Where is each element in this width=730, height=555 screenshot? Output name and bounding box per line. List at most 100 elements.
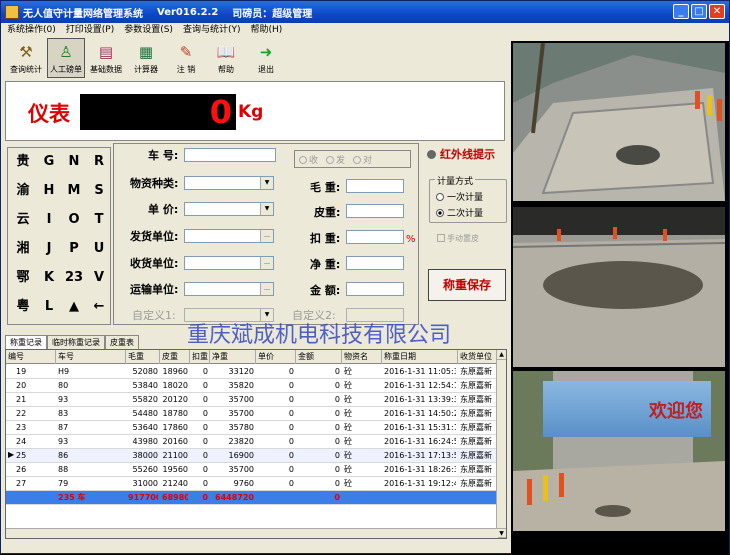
save-weight-button[interactable]: 称重保存 <box>428 269 506 301</box>
amount-input[interactable] <box>346 282 404 296</box>
calculator-button[interactable]: ▦ 计算器 <box>127 38 165 78</box>
summary-row[interactable]: 235 车 917700 68980 0 6448720 0 <box>6 491 498 505</box>
column-header[interactable]: 皮重 <box>160 350 190 364</box>
key-j[interactable]: J <box>36 235 62 263</box>
table-row[interactable]: 25 86 38000 21100 0 16900 0 0 砼 2016-1-31 17:13:5… <box>6 449 498 463</box>
ellipsis-icon[interactable]: … <box>260 257 273 269</box>
logout-button[interactable]: ✎ 注 销 <box>167 38 205 78</box>
table-row[interactable]: 21 93 55820 20120 0 35700 0 0 砼 2016-1-31 13:39:3… <box>6 393 498 407</box>
key-up[interactable]: ▲ <box>61 293 87 321</box>
table-row[interactable]: 27 79 31000 21240 0 9760 0 0 砼 2016-1-31 19:12:43… <box>6 477 498 491</box>
key-t[interactable]: T <box>86 206 112 234</box>
percent-unit: % <box>406 234 416 245</box>
table-cell: 21100 <box>162 451 188 460</box>
maximize-button[interactable]: □ <box>691 4 707 19</box>
key-p[interactable]: P <box>61 235 87 263</box>
key-gui[interactable]: 贵 <box>10 148 36 176</box>
key-u[interactable]: U <box>86 235 112 263</box>
key-yu[interactable]: 渝 <box>10 177 36 205</box>
ellipsis-icon[interactable]: … <box>260 283 273 295</box>
column-header[interactable]: 车号 <box>56 350 126 364</box>
radio-send[interactable]: 发 <box>326 153 345 166</box>
key-yue[interactable]: 粤 <box>10 293 36 321</box>
table-cell: 27 <box>16 479 27 488</box>
column-header[interactable]: 金额 <box>296 350 342 364</box>
column-header[interactable]: 扣重 <box>190 350 210 364</box>
table-cell: 0 <box>334 409 340 418</box>
scroll-down-icon[interactable]: ▼ <box>497 528 506 538</box>
key-h[interactable]: H <box>36 177 62 205</box>
key-o[interactable]: O <box>61 206 87 234</box>
table-cell: 35700 <box>228 465 254 474</box>
key-g[interactable]: G <box>36 148 62 176</box>
query-stats-button[interactable]: ⚒ 查询统计 <box>7 38 45 78</box>
menu-help[interactable]: 帮助(H) <box>250 23 282 37</box>
table-cell: 16900 <box>228 451 254 460</box>
key-n[interactable]: N <box>61 148 87 176</box>
table-cell: 砼 <box>344 451 352 460</box>
table-cell: 东原嘉新 <box>460 465 492 474</box>
column-header[interactable]: 单价 <box>256 350 296 364</box>
key-k[interactable]: K <box>36 264 62 292</box>
column-header[interactable]: 收货单位 <box>458 350 498 364</box>
column-header[interactable]: 净重 <box>210 350 256 364</box>
material-select[interactable]: ▼ <box>184 176 274 190</box>
exit-button[interactable]: ➜ 退出 <box>247 38 285 78</box>
table-row[interactable]: 22 83 54480 18780 0 35700 0 0 砼 2016-1-31 14:50:2… <box>6 407 498 421</box>
table-row[interactable]: 19 H9 52080 18960 0 33120 0 0 砼 2016-1-31 11:05:3… <box>6 365 498 379</box>
vertical-scrollbar[interactable]: ▲ ▼ <box>496 350 506 538</box>
receiver-input[interactable]: … <box>184 256 274 270</box>
price-select[interactable]: ▼ <box>184 202 274 216</box>
key-23[interactable]: 23 <box>61 264 87 292</box>
single-measure-radio[interactable]: 一次计量 <box>436 190 483 203</box>
net-input[interactable] <box>346 256 404 270</box>
column-header[interactable]: 物资名 <box>342 350 382 364</box>
key-l[interactable]: L <box>36 293 62 321</box>
transport-input[interactable]: … <box>184 282 274 296</box>
menu-settings[interactable]: 参数设置(S) <box>124 23 173 37</box>
app-icon <box>5 5 19 19</box>
table-row[interactable]: 26 88 55260 19560 0 35700 0 0 砼 2016-1-31 18:26:3… <box>6 463 498 477</box>
radio-check[interactable]: 对 <box>353 153 372 166</box>
key-yun[interactable]: 云 <box>10 206 36 234</box>
base-data-button[interactable]: ▤ 基础数据 <box>87 38 125 78</box>
tare-input[interactable] <box>346 204 404 218</box>
key-backspace[interactable]: ← <box>86 293 112 321</box>
radio-receive[interactable]: 收 <box>299 153 318 166</box>
minimize-button[interactable]: _ <box>673 4 689 19</box>
tab-tare-table[interactable]: 皮重表 <box>105 335 139 349</box>
table-cell: 2016-1-31 14:50:20 <box>384 409 456 418</box>
column-header[interactable]: 编号 <box>6 350 56 364</box>
column-header[interactable]: 毛重 <box>126 350 160 364</box>
key-e[interactable]: 鄂 <box>10 264 36 292</box>
table-row[interactable]: 20 80 53840 18020 0 35820 0 0 砼 2016-1-31 12:54:1… <box>6 379 498 393</box>
gross-input[interactable] <box>346 179 404 193</box>
sender-input[interactable]: … <box>184 229 274 243</box>
tab-weigh-records[interactable]: 称重记录 <box>5 335 47 349</box>
key-m[interactable]: M <box>61 177 87 205</box>
close-button[interactable]: ✕ <box>709 4 725 19</box>
double-measure-radio[interactable]: 二次计量 <box>436 206 483 219</box>
tab-temp-records[interactable]: 临时称重记录 <box>47 335 105 349</box>
key-i[interactable]: I <box>36 206 62 234</box>
table-cell: 35780 <box>228 423 254 432</box>
deduct-input[interactable] <box>346 230 404 244</box>
deduct-label: 扣 重: <box>310 232 341 245</box>
ellipsis-icon[interactable]: … <box>260 230 273 242</box>
scroll-up-icon[interactable]: ▲ <box>497 350 506 360</box>
key-s[interactable]: S <box>86 177 112 205</box>
help-button[interactable]: 📖 帮助 <box>207 38 245 78</box>
key-xiang[interactable]: 湘 <box>10 235 36 263</box>
plate-input[interactable] <box>184 148 276 162</box>
menu-print[interactable]: 打印设置(P) <box>66 23 114 37</box>
table-row[interactable]: 23 87 53640 17860 0 35780 0 0 砼 2016-1-31 15:31:1… <box>6 421 498 435</box>
column-header[interactable]: 称重日期 <box>382 350 458 364</box>
key-r[interactable]: R <box>86 148 112 176</box>
menu-system[interactable]: 系统操作(0) <box>7 23 56 37</box>
table-row[interactable]: 24 93 43980 20160 0 23820 0 0 砼 2016-1-31 16:24:5… <box>6 435 498 449</box>
horizontal-scrollbar[interactable] <box>6 528 498 538</box>
key-v[interactable]: V <box>86 264 112 292</box>
manual-ticket-button[interactable]: ♙ 人工磅单 <box>47 38 85 78</box>
menu-query[interactable]: 查询与统计(Y) <box>183 23 241 37</box>
table-cell: 0 <box>288 451 294 460</box>
